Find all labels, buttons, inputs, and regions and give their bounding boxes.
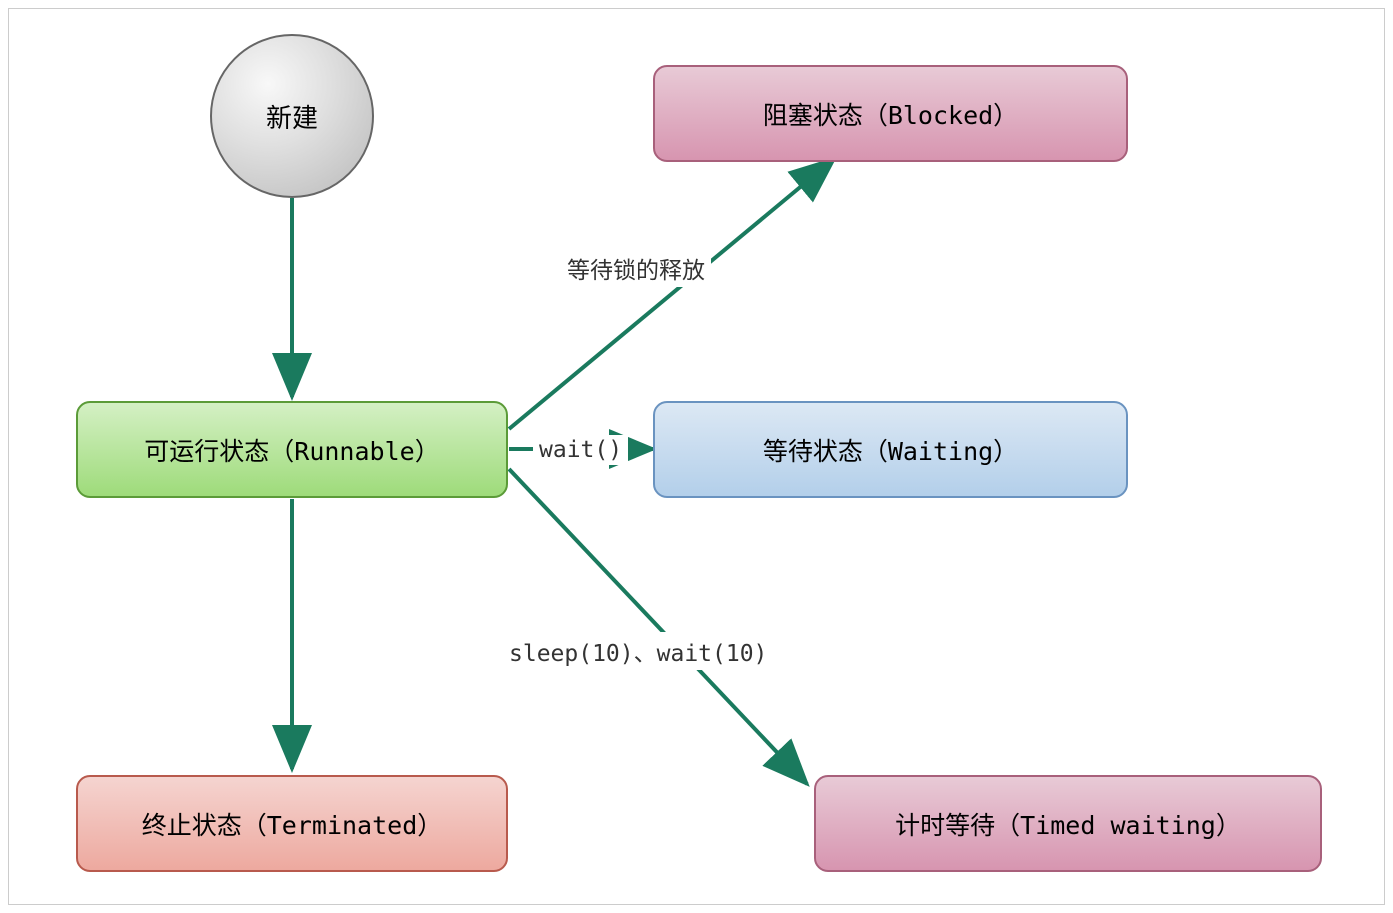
edge-label-timed-waiting: sleep(10)、wait(10)	[503, 632, 773, 670]
diagram-canvas: 新建 可运行状态（Runnable） 终止状态（Terminated） 阻塞状态…	[8, 8, 1385, 905]
node-runnable: 可运行状态（Runnable）	[76, 401, 508, 498]
edge-label-waiting: wait()	[533, 435, 628, 465]
node-waiting: 等待状态（Waiting）	[653, 401, 1128, 498]
node-terminated-label: 终止状态（Terminated）	[142, 806, 443, 842]
node-waiting-label: 等待状态（Waiting）	[763, 432, 1018, 468]
node-new-label: 新建	[266, 98, 318, 135]
node-new: 新建	[210, 34, 374, 198]
node-timed-waiting: 计时等待（Timed waiting）	[814, 775, 1322, 872]
node-terminated: 终止状态（Terminated）	[76, 775, 508, 872]
node-timed-waiting-label: 计时等待（Timed waiting）	[895, 806, 1241, 842]
edge-label-blocked: 等待锁的释放	[561, 249, 711, 287]
node-blocked-label: 阻塞状态（Blocked）	[763, 96, 1018, 132]
node-blocked: 阻塞状态（Blocked）	[653, 65, 1128, 162]
node-runnable-label: 可运行状态（Runnable）	[144, 432, 439, 468]
